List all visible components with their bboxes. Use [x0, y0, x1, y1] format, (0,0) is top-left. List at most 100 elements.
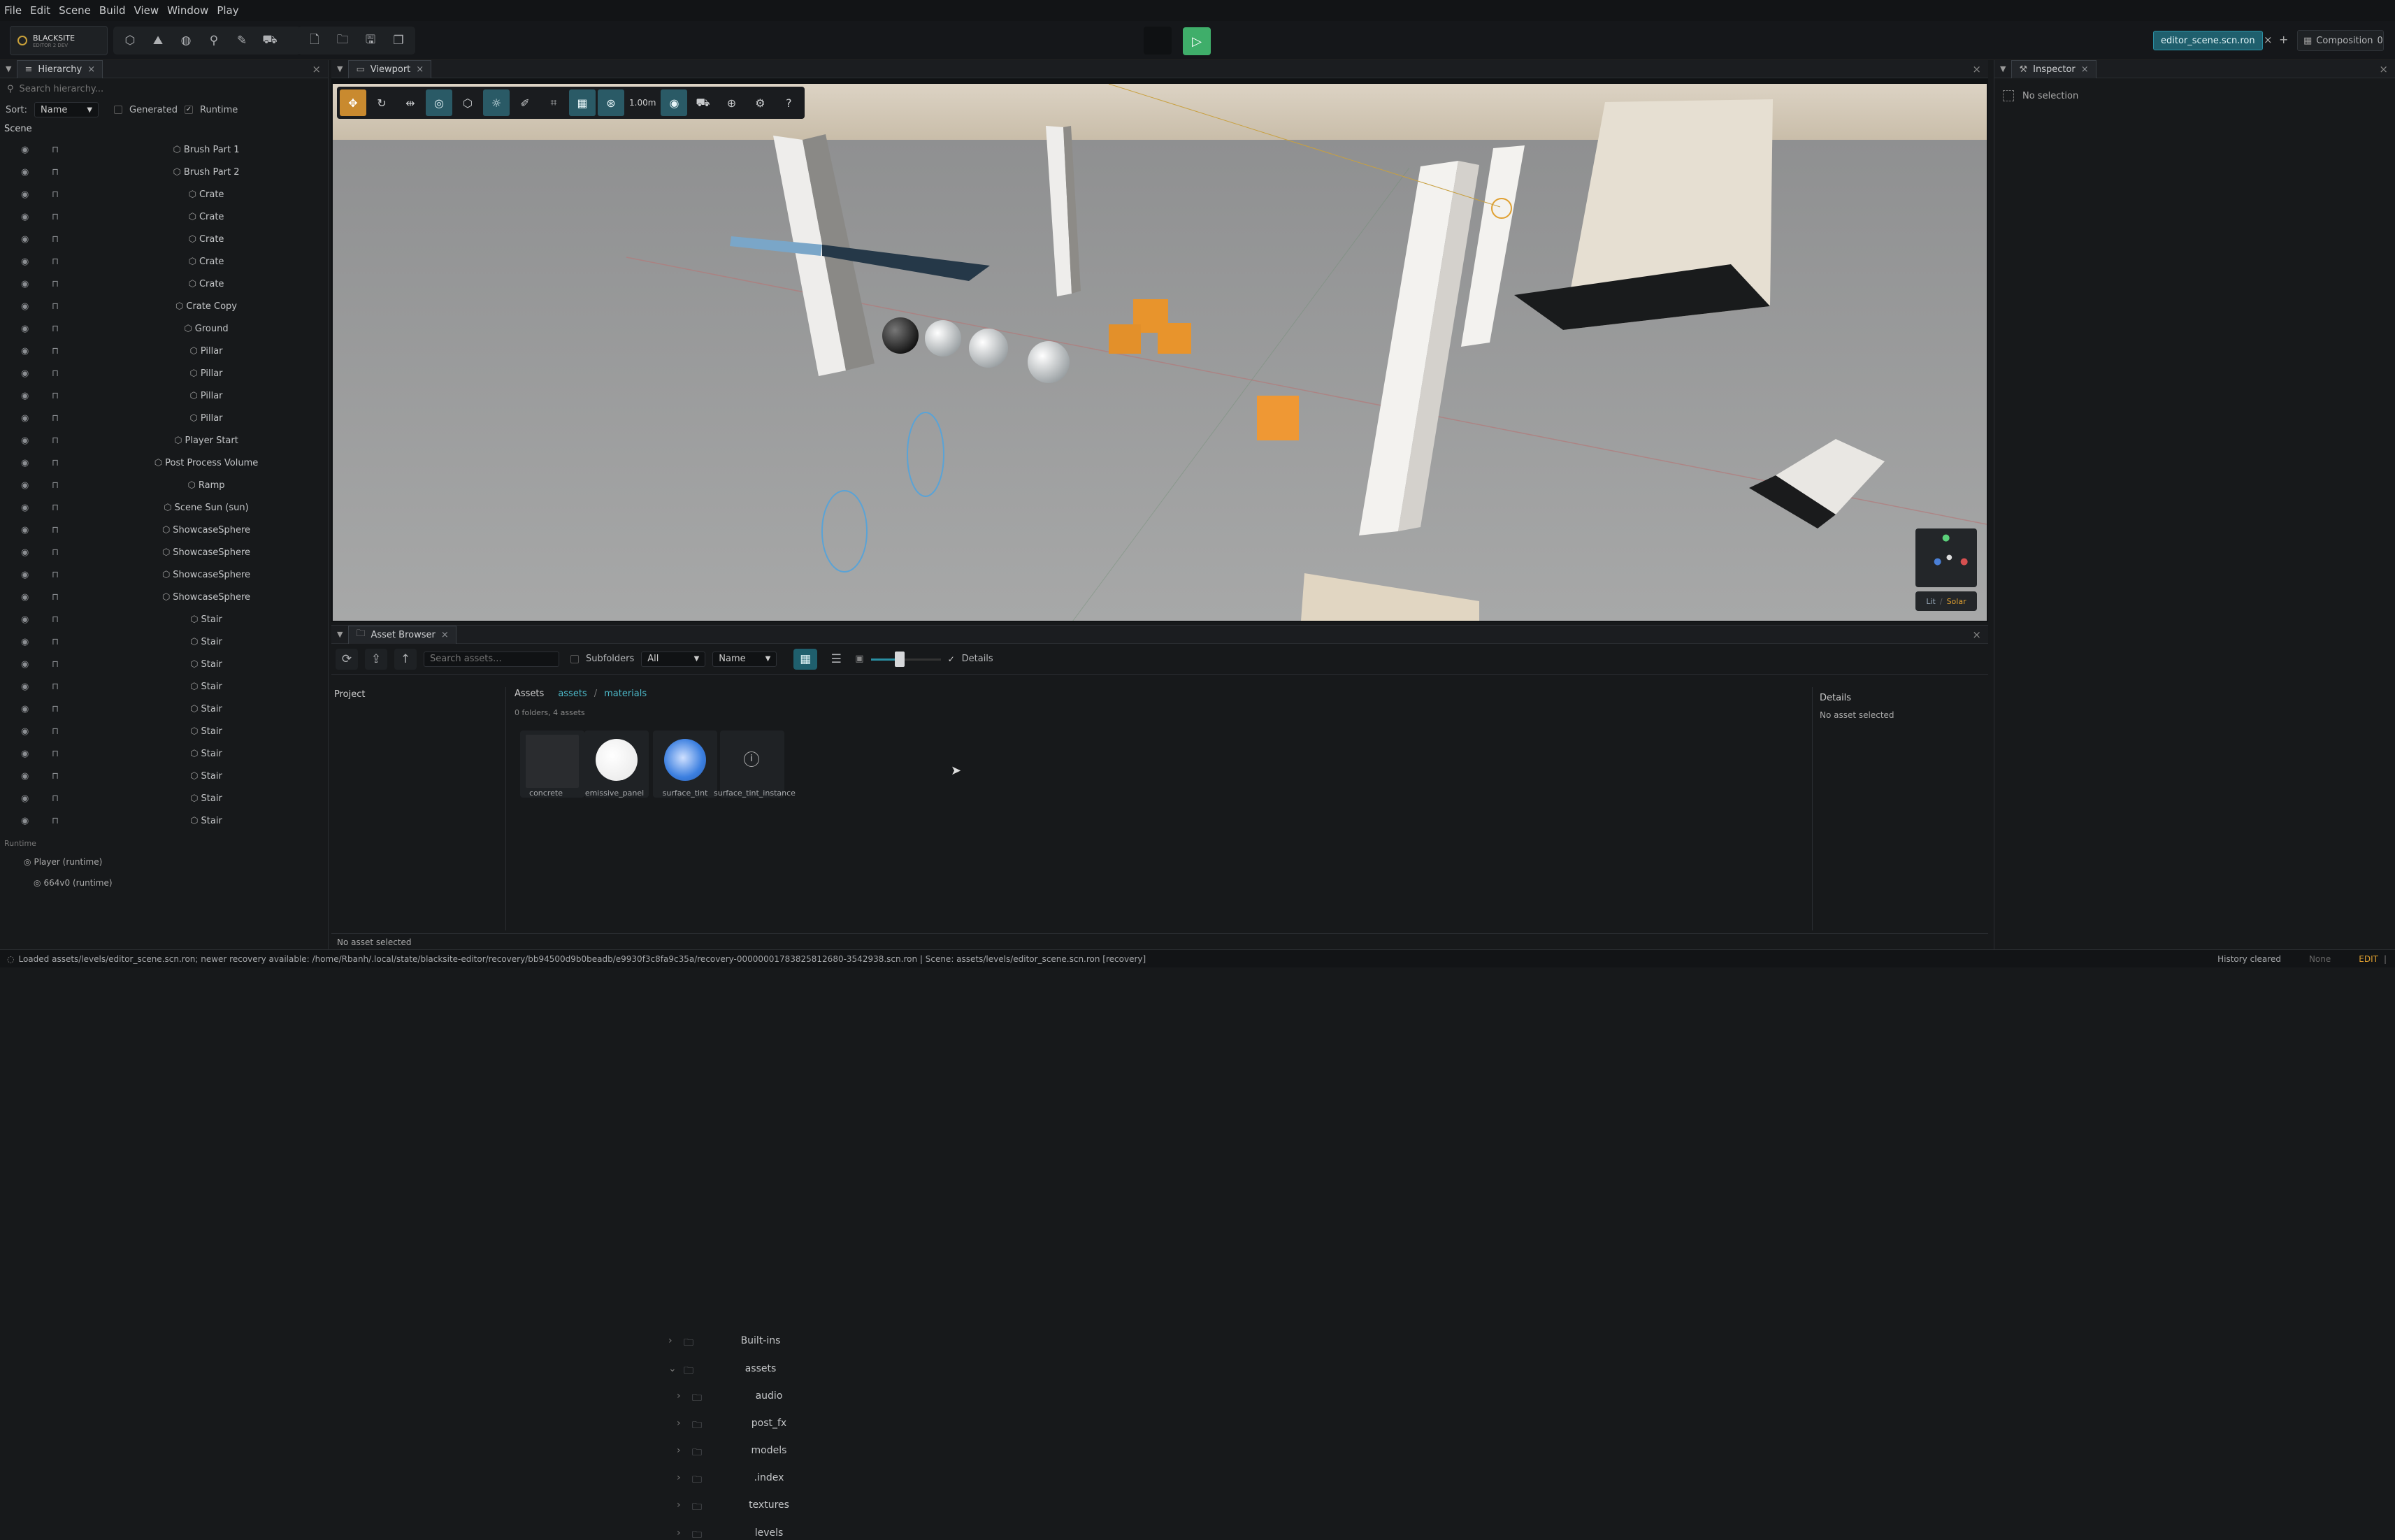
- hierarchy-item[interactable]: ◉ ⊓ ⬡ Pillar: [0, 362, 328, 384]
- asset-tile-surface-tint-instance[interactable]: i: [720, 731, 784, 798]
- global-space-icon[interactable]: ◎: [426, 89, 452, 116]
- hierarchy-item[interactable]: ◉ ⊓ ⬡ Crate: [0, 273, 328, 295]
- lit-mode[interactable]: Lit: [1926, 597, 1936, 606]
- breadcrumb-materials[interactable]: materials: [604, 689, 647, 699]
- lock-icon[interactable]: ⊓: [52, 525, 59, 535]
- asset-tile-surface-tint[interactable]: [653, 731, 717, 798]
- chevron-right-icon[interactable]: ›: [677, 1472, 681, 1483]
- thumbnail-size-slider[interactable]: [870, 651, 941, 667]
- move-tool-icon[interactable]: ✥: [340, 89, 366, 116]
- camera-icon[interactable]: ⛟: [689, 89, 716, 116]
- frame-icon[interactable]: ⌗: [540, 89, 567, 116]
- sort-select[interactable]: Name ▼: [34, 102, 99, 117]
- visibility-eye-icon[interactable]: ◉: [21, 346, 29, 357]
- hierarchy-item[interactable]: ◉ ⊓ ⬡ Crate: [0, 228, 328, 250]
- close-panel-icon[interactable]: ×: [1972, 628, 1981, 641]
- visibility-eye-icon[interactable]: ◉: [21, 637, 29, 647]
- list-view-icon[interactable]: ☰: [824, 649, 848, 670]
- visibility-eye-icon[interactable]: ◉: [21, 592, 29, 603]
- visibility-eye-icon[interactable]: ◉: [21, 659, 29, 670]
- lock-icon[interactable]: ⊓: [52, 771, 59, 782]
- breadcrumb-assets[interactable]: assets: [558, 689, 587, 699]
- hierarchy-item[interactable]: ◉ ⊓ ⬡ Pillar: [0, 384, 328, 407]
- import-icon[interactable]: ⇪: [365, 648, 387, 670]
- lock-icon[interactable]: ⊓: [52, 726, 59, 737]
- runtime-item[interactable]: ◎ Player (runtime): [0, 851, 328, 872]
- tree-folder[interactable]: › 🗀 .index: [663, 1472, 830, 1493]
- surface-snap-icon[interactable]: ⊛: [598, 89, 624, 116]
- tree-folder[interactable]: › 🗀 post_fx: [663, 1418, 830, 1439]
- lock-icon[interactable]: ⊓: [52, 503, 59, 513]
- scale-tool-icon[interactable]: ⇹: [397, 89, 424, 116]
- tree-folder[interactable]: › 🗀 levels: [663, 1527, 830, 1540]
- tab-hierarchy[interactable]: ≡ Hierarchy ×: [17, 59, 103, 78]
- project-badge[interactable]: BLACKSITE EDITOR 2 DEV: [10, 26, 108, 55]
- visibility-eye-icon[interactable]: ◉: [21, 279, 29, 289]
- snap-value[interactable]: 1.00m: [626, 98, 659, 108]
- asset-search-input[interactable]: [424, 651, 559, 667]
- menu-window[interactable]: Window: [163, 0, 213, 21]
- tab-asset-browser[interactable]: 🗀 Asset Browser ×: [348, 625, 456, 644]
- lock-icon[interactable]: ⊓: [52, 458, 59, 468]
- visibility-eye-icon[interactable]: ◉: [21, 234, 29, 245]
- visibility-eye-icon[interactable]: ◉: [21, 458, 29, 468]
- cube-icon[interactable]: ⬡: [117, 28, 143, 53]
- close-tab-icon[interactable]: ×: [416, 64, 424, 75]
- close-scene-icon[interactable]: ×: [2264, 34, 2273, 46]
- hierarchy-item[interactable]: ◉ ⊓ ⬡ Ramp: [0, 474, 328, 496]
- visibility-eye-icon[interactable]: ◉: [21, 145, 29, 155]
- visibility-eye-icon[interactable]: ◉: [21, 726, 29, 737]
- hierarchy-item[interactable]: ◉ ⊓ ⬡ Brush Part 2: [0, 161, 328, 183]
- hierarchy-item[interactable]: ◉ ⊓ ⬡ Crate: [0, 250, 328, 273]
- up-folder-icon[interactable]: ↑: [394, 648, 417, 670]
- tree-folder[interactable]: › 🗀 audio: [663, 1390, 830, 1411]
- hierarchy-item[interactable]: ◉ ⊓ ⬡ Crate Copy: [0, 295, 328, 317]
- lock-icon[interactable]: ⊓: [52, 816, 59, 826]
- breadcrumb-root[interactable]: Assets: [515, 689, 544, 699]
- lock-icon[interactable]: ⊓: [52, 234, 59, 245]
- lock-icon[interactable]: ⊓: [52, 212, 59, 222]
- visibility-eye-icon[interactable]: ◉: [21, 570, 29, 580]
- chevron-right-icon[interactable]: ›: [677, 1390, 681, 1402]
- visibility-eye-icon[interactable]: ◉: [21, 771, 29, 782]
- visibility-eye-icon[interactable]: ◉: [21, 257, 29, 267]
- solar-mode[interactable]: Solar: [1947, 597, 1966, 606]
- visibility-eye-icon[interactable]: ◉: [21, 547, 29, 558]
- filter-select[interactable]: All ▼: [641, 651, 706, 667]
- collapse-icon[interactable]: ▼: [2000, 64, 2006, 73]
- lock-icon[interactable]: ⊓: [52, 257, 59, 267]
- generated-checkbox[interactable]: [114, 106, 123, 114]
- hierarchy-item[interactable]: ◉ ⊓ ⬡ Stair: [0, 608, 328, 631]
- hierarchy-item[interactable]: ◉ ⊓ ⬡ Stair: [0, 809, 328, 832]
- collapse-icon[interactable]: ▼: [337, 64, 343, 73]
- hierarchy-item[interactable]: ◉ ⊓ ⬡ Stair: [0, 742, 328, 765]
- lock-icon[interactable]: ⊓: [52, 659, 59, 670]
- menu-scene[interactable]: Scene: [55, 0, 95, 21]
- tree-folder[interactable]: › 🗀 Built-ins: [663, 1335, 830, 1356]
- visibility-eye-icon[interactable]: ◉: [21, 189, 29, 200]
- hierarchy-item[interactable]: ◉ ⊓ ⬡ Ground: [0, 317, 328, 340]
- asset-tile-concrete[interactable]: [520, 731, 584, 798]
- close-tab-icon[interactable]: ×: [441, 630, 449, 640]
- lock-icon[interactable]: ⊓: [52, 145, 59, 155]
- hierarchy-item[interactable]: ◉ ⊓ ⬡ Post Process Volume: [0, 452, 328, 474]
- hierarchy-item[interactable]: ◉ ⊓ ⬡ Player Start: [0, 429, 328, 452]
- hierarchy-item[interactable]: ◉ ⊓ ⬡ Stair: [0, 787, 328, 809]
- lock-icon[interactable]: ⊓: [52, 480, 59, 491]
- vehicle-icon[interactable]: ⛟: [257, 28, 282, 53]
- lock-icon[interactable]: ⊓: [52, 346, 59, 357]
- hierarchy-item[interactable]: ◉ ⊓ ⬡ Stair: [0, 675, 328, 698]
- close-panel-icon[interactable]: ×: [312, 63, 321, 75]
- menu-view[interactable]: View: [130, 0, 164, 21]
- render-mode-toggle[interactable]: Lit / Solar: [1915, 591, 1977, 611]
- hierarchy-item[interactable]: ◉ ⊓ ⬡ Pillar: [0, 340, 328, 362]
- scene-tab[interactable]: editor_scene.scn.ron: [2153, 31, 2263, 50]
- lock-icon[interactable]: ⊓: [52, 301, 59, 312]
- lock-icon[interactable]: ⊓: [52, 189, 59, 200]
- chevron-right-icon[interactable]: ›: [677, 1527, 681, 1539]
- visibility-eye-icon[interactable]: ◉: [21, 503, 29, 513]
- search-input[interactable]: [19, 83, 313, 94]
- mountain-icon[interactable]: ⛰: [145, 28, 171, 53]
- close-panel-icon[interactable]: ×: [2379, 63, 2388, 75]
- visibility-eye-icon[interactable]: ◉: [21, 682, 29, 692]
